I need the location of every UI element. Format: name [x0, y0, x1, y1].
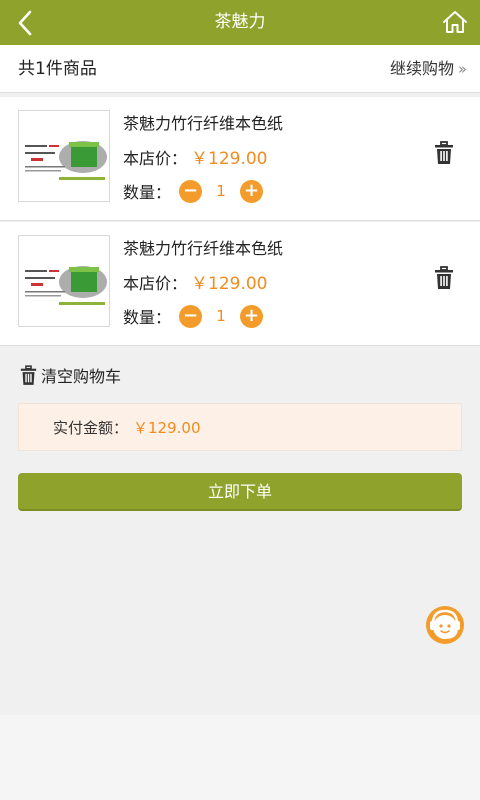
price-label: 本店价：: [123, 274, 188, 293]
cart-summary-bar: 共1件商品 继续购物 ››: [0, 45, 480, 93]
product-name[interactable]: 茶魅力竹行纤维本色纸: [123, 110, 283, 134]
item-count: 共1件商品: [18, 59, 97, 79]
product-name[interactable]: 茶魅力竹行纤维本色纸: [123, 235, 283, 259]
continue-shopping-label: 继续购物: [389, 59, 454, 78]
clear-cart-button[interactable]: 清空购物车: [20, 362, 121, 388]
quantity-value: 1: [216, 307, 226, 325]
bottom-spacer: [0, 715, 480, 800]
cart-item: 茶魅力竹行纤维本色纸 本店价： ￥129.00 数量： − 1 +: [0, 97, 480, 221]
decrease-quantity-button[interactable]: −: [179, 304, 203, 328]
product-price-row: 本店价： ￥129.00: [123, 269, 268, 294]
price-label: 本店价：: [123, 149, 188, 168]
cart-item: 茶魅力竹行纤维本色纸 本店价： ￥129.00 数量： − 1 +: [0, 222, 480, 346]
product-thumbnail[interactable]: [18, 235, 110, 327]
delete-trash-icon[interactable]: [434, 141, 454, 165]
double-chevron-right-icon: ››: [458, 60, 467, 78]
increase-quantity-button[interactable]: +: [240, 179, 264, 203]
product-thumbnail[interactable]: [18, 110, 110, 202]
quantity-value: 1: [216, 182, 226, 200]
total-label: 实付金额：: [53, 419, 129, 437]
decrease-quantity-button[interactable]: −: [179, 179, 203, 203]
quantity-stepper: 数量： − 1 +: [123, 179, 264, 203]
top-bar: 茶魅力: [0, 0, 480, 45]
quantity-stepper: 数量： − 1 +: [123, 304, 264, 328]
total-amount-box: 实付金额： ￥129.00: [18, 403, 462, 451]
quantity-label: 数量：: [123, 183, 172, 202]
product-price: ￥129.00: [191, 149, 268, 169]
quantity-label: 数量：: [123, 308, 172, 327]
place-order-button[interactable]: 立即下单: [18, 473, 462, 511]
delete-trash-icon[interactable]: [434, 266, 454, 290]
product-price-row: 本店价： ￥129.00: [123, 144, 268, 169]
clear-cart-label: 清空购物车: [41, 367, 122, 386]
increase-quantity-button[interactable]: +: [240, 304, 264, 328]
customer-service-icon[interactable]: [423, 602, 467, 646]
continue-shopping-link[interactable]: 继续购物 ››: [389, 45, 467, 93]
page-title: 茶魅力: [214, 12, 266, 32]
trash-icon: [20, 364, 37, 385]
home-icon[interactable]: [442, 9, 468, 35]
total-amount: ￥129.00: [133, 419, 201, 437]
product-price: ￥129.00: [191, 274, 268, 294]
